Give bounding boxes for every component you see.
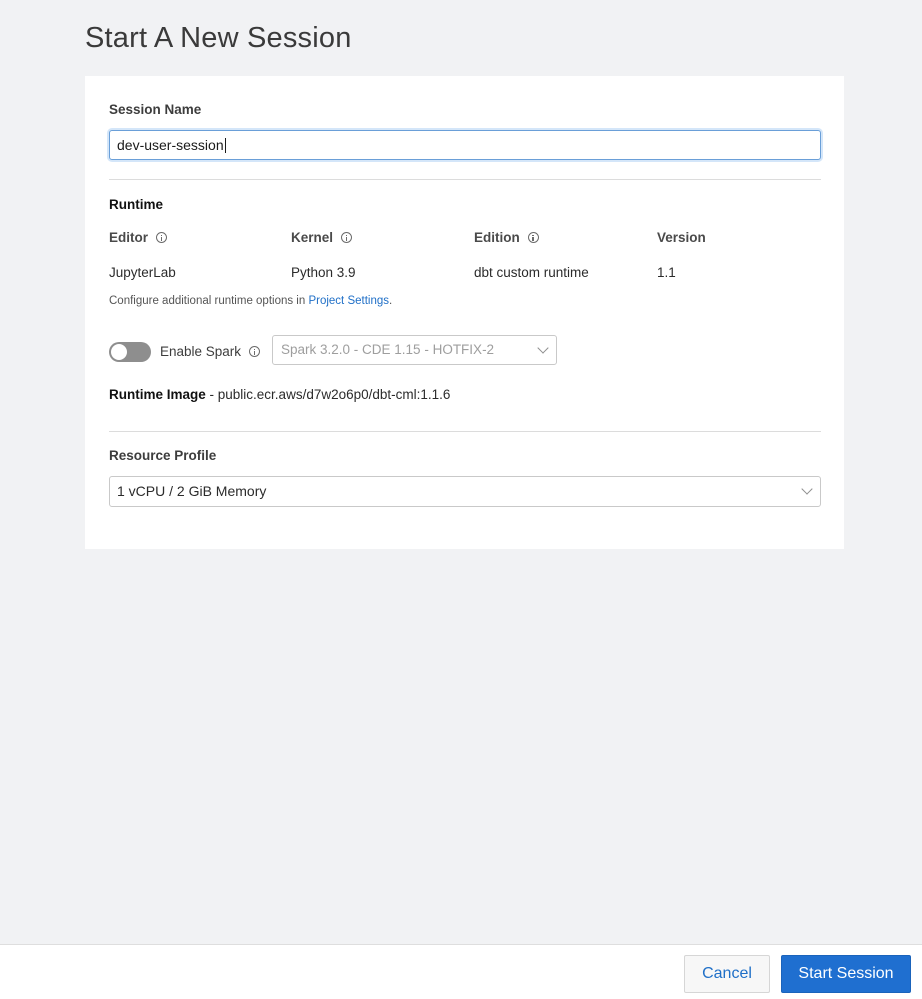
version-value[interactable]: 1.1	[657, 265, 676, 280]
divider	[109, 431, 821, 432]
enable-spark-toggle[interactable]	[109, 342, 151, 362]
page: Start A New Session Session Name dev-use…	[0, 0, 922, 999]
divider	[109, 179, 821, 180]
enable-spark-label-row: Enable Spark	[160, 344, 261, 359]
kernel-label: Kernel	[291, 230, 334, 245]
project-settings-link[interactable]: Project Settings	[308, 295, 389, 307]
resource-profile-value: 1 vCPU / 2 GiB Memory	[117, 483, 267, 499]
spark-info-icon[interactable]	[249, 346, 261, 357]
kernel-column-header: Kernel	[291, 230, 353, 245]
runtime-image-value: - public.ecr.aws/d7w2o6p0/dbt-cml:1.1.6	[205, 387, 451, 402]
spark-version-select: Spark 3.2.0 - CDE 1.15 - HOTFIX-2	[272, 335, 557, 365]
runtime-help-text: Configure additional runtime options in …	[109, 295, 392, 307]
runtime-image-label: Runtime Image	[109, 387, 206, 402]
text-caret	[224, 138, 226, 153]
editor-column-header: Editor	[109, 230, 167, 245]
session-name-input[interactable]: dev-user-session	[109, 130, 821, 160]
edition-column-header: Edition	[474, 230, 539, 245]
resource-profile-select[interactable]: 1 vCPU / 2 GiB Memory	[109, 476, 821, 507]
resource-profile-label: Resource Profile	[109, 448, 217, 463]
edition-value[interactable]: dbt custom runtime	[474, 265, 589, 280]
spark-version-value: Spark 3.2.0 - CDE 1.15 - HOTFIX-2	[281, 342, 495, 357]
edition-info-icon[interactable]	[527, 232, 539, 243]
cancel-button[interactable]: Cancel	[684, 955, 770, 993]
version-column-header: Version	[657, 230, 706, 245]
edition-label: Edition	[474, 230, 520, 245]
kernel-info-icon[interactable]	[341, 232, 353, 243]
editor-value[interactable]: JupyterLab	[109, 265, 176, 280]
chevron-down-icon	[801, 483, 813, 495]
chevron-down-icon	[537, 342, 549, 354]
enable-spark-label: Enable Spark	[160, 344, 242, 359]
kernel-value[interactable]: Python 3.9	[291, 265, 356, 280]
footer-bar: Cancel Start Session	[0, 944, 922, 999]
session-name-value: dev-user-session	[117, 137, 224, 153]
toggle-knob	[111, 344, 127, 360]
editor-label: Editor	[109, 230, 148, 245]
version-label: Version	[657, 230, 706, 245]
start-session-button[interactable]: Start Session	[781, 955, 911, 993]
editor-info-icon[interactable]	[156, 232, 167, 243]
runtime-image-row: Runtime Image - public.ecr.aws/d7w2o6p0/…	[109, 387, 450, 402]
page-title: Start A New Session	[85, 22, 352, 54]
runtime-section-label: Runtime	[109, 197, 163, 212]
session-form-card: Session Name dev-user-session Runtime Ed…	[85, 76, 844, 549]
help-suffix: .	[389, 295, 393, 307]
session-name-label: Session Name	[109, 102, 202, 117]
help-prefix: Configure additional runtime options in	[109, 295, 309, 307]
